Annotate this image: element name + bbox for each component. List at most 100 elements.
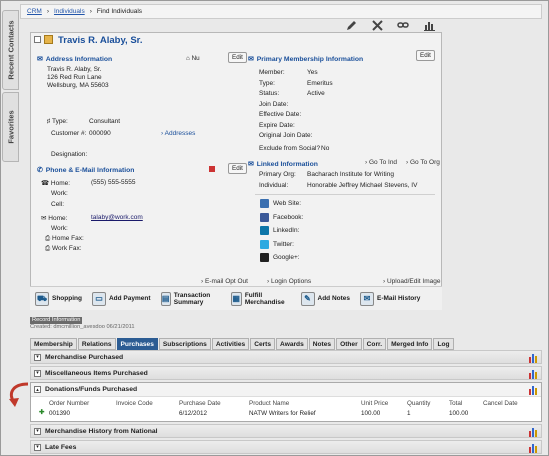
document-icon: ▦ — [230, 291, 242, 306]
tab-merged-info[interactable]: Merged Info — [387, 338, 433, 350]
record-info: Record Information Created: dmcmillion_a… — [30, 317, 135, 331]
website-icon[interactable] — [260, 199, 269, 208]
breadcrumb: CRM › Individuals › Find Individuals — [20, 4, 542, 19]
phone-home-label: ☎ Home: — [41, 179, 70, 187]
social-label: Facebook: — [273, 213, 304, 221]
tab-activities[interactable]: Activities — [211, 338, 250, 350]
login-options-link[interactable]: › Login Options — [267, 278, 311, 285]
breadcrumb-individuals[interactable]: Individuals — [54, 8, 85, 15]
add-payment-button[interactable]: ▭ Add Payment — [87, 287, 156, 311]
addresses-link[interactable]: › Addresses — [161, 130, 195, 137]
tab-relations[interactable]: Relations — [77, 338, 116, 350]
breadcrumb-crm[interactable]: CRM — [27, 8, 42, 15]
contact-name: Travis R. Alaby, Sr. — [58, 35, 143, 46]
record-info-title: Record Information — [30, 317, 83, 324]
add-row-icon[interactable]: ✚ — [39, 409, 44, 416]
tab-certs[interactable]: Certs — [250, 338, 276, 350]
expand-icon[interactable]: ▾ — [34, 443, 41, 451]
expand-icon[interactable]: ▾ — [34, 369, 41, 377]
email-home-link[interactable]: talaby@work.com — [91, 214, 143, 221]
expand-icon[interactable]: ▾ — [34, 427, 41, 435]
transaction-summary-button[interactable]: ▤ Transaction Summary — [156, 287, 226, 311]
addresses-link-label: Addresses — [164, 130, 196, 137]
pencil-icon[interactable] — [345, 19, 357, 31]
designation-label: Designation: — [51, 151, 88, 158]
section-merchandise[interactable]: ▾ Merchandise Purchased — [30, 350, 542, 364]
upload-image-link[interactable]: › Upload/Edit Image — [383, 278, 440, 285]
link-icon[interactable] — [397, 19, 409, 31]
linked-icon: ✉ — [248, 161, 254, 168]
email-history-label: E-Mail History — [377, 295, 421, 302]
divider — [255, 194, 435, 195]
section-donations-expanded: ▴ Donations/Funds Purchased Order Number I… — [30, 382, 542, 422]
tab-log[interactable]: Log — [433, 338, 454, 350]
phone-edit-button[interactable]: Edit — [228, 163, 247, 174]
membership-field-label: Join Date: — [259, 100, 289, 108]
membership-field-value: Active — [307, 90, 325, 97]
tab-other[interactable]: Other — [336, 338, 362, 350]
facebook-icon[interactable] — [260, 212, 269, 222]
go-to-org-link[interactable]: › Go To Org — [406, 159, 440, 166]
tab-membership[interactable]: Membership — [30, 338, 77, 350]
column-header: Quantity — [407, 400, 431, 407]
google-plus-icon[interactable] — [260, 253, 269, 262]
table-cell: 1 — [407, 410, 411, 417]
membership-field-label: Status: — [259, 90, 280, 97]
address-edit-button[interactable]: Edit — [228, 52, 247, 63]
section-donations[interactable]: ▴ Donations/Funds Purchased — [31, 383, 541, 397]
shopping-button[interactable]: ⛟ Shopping — [30, 287, 87, 311]
go-to-org-label: Go To Org — [409, 159, 440, 166]
report-icon[interactable] — [528, 353, 538, 363]
bar-chart-icon[interactable] — [423, 19, 435, 31]
go-to-ind-link[interactable]: › Go To Ind — [365, 159, 397, 166]
section-misc[interactable]: ▾ Miscellaneous Items Purchased — [30, 366, 542, 380]
linked-title: Linked Information — [256, 160, 318, 168]
column-header: Total — [449, 400, 463, 407]
membership-heading: ✉ Primary Membership Information — [248, 55, 363, 64]
report-icon[interactable] — [528, 385, 538, 395]
tab-recent-contacts[interactable]: Recent Contacts — [2, 10, 19, 90]
membership-field-label: Original Join Date: — [259, 132, 313, 139]
exclude-value: No — [321, 145, 330, 152]
membership-field-label: Effective Date: — [259, 111, 302, 118]
tab-subscriptions[interactable]: Subscriptions — [158, 338, 211, 350]
phone-home-text: Home: — [50, 180, 71, 187]
collapse-icon[interactable] — [34, 36, 41, 43]
phone-heading: ✆ Phone & E-Mail Information — [37, 166, 135, 175]
email-icon: ✉ — [41, 215, 47, 222]
report-icon[interactable] — [528, 369, 538, 379]
linkedin-icon[interactable] — [260, 226, 269, 235]
membership-edit-button[interactable]: Edit — [416, 50, 435, 61]
tab-awards[interactable]: Awards — [276, 338, 308, 350]
tab-purchases[interactable]: Purchases — [116, 338, 158, 350]
login-options-label: Login Options — [270, 278, 312, 285]
record-created: Created: dmcmillion_avesdoo 06/21/2011 — [30, 324, 135, 330]
collapse-icon[interactable]: ▴ — [34, 386, 41, 393]
section-history[interactable]: ▾ Merchandise History from National — [30, 424, 542, 438]
fulfill-merchandise-button[interactable]: ▦ Fulfill Merchandise — [226, 287, 296, 311]
twitter-icon[interactable] — [260, 239, 269, 249]
work-fax-text: Work Fax: — [52, 245, 82, 252]
type-value: Consultant — [89, 118, 121, 125]
tab-recent-contacts-label: Recent Contacts — [6, 20, 15, 80]
email-opt-out-link[interactable]: › E-mail Opt Out — [201, 278, 248, 285]
column-header: Unit Price — [361, 400, 389, 407]
add-notes-button[interactable]: ✎ Add Notes — [296, 287, 356, 311]
address-heading: ✉ Address Information — [37, 55, 112, 64]
section-misc-title: Miscellaneous Items Purchased — [45, 369, 148, 377]
section-late-fees[interactable]: ▾ Late Fees — [30, 440, 542, 454]
email-history-button[interactable]: ✉ E-Mail History — [355, 287, 425, 311]
tab-notes[interactable]: Notes — [308, 338, 336, 350]
report-icon[interactable] — [528, 443, 538, 453]
tab-corr[interactable]: Corr. — [362, 338, 387, 350]
report-icon[interactable] — [528, 427, 538, 437]
cart-icon: ⛟ — [35, 291, 49, 306]
phone-title: Phone & E-Mail Information — [45, 166, 135, 174]
membership-field-value: Yes — [307, 69, 318, 76]
expand-icon[interactable]: ▾ — [34, 353, 41, 361]
social-label: LinkedIn: — [273, 227, 300, 234]
purchase-sections: ▾ Merchandise Purchased ▾ Miscellaneous It… — [30, 350, 542, 456]
tools-icon[interactable] — [371, 19, 383, 31]
tab-favorites[interactable]: Favorites — [2, 92, 19, 162]
fax-icon: ⎙ — [45, 235, 51, 242]
